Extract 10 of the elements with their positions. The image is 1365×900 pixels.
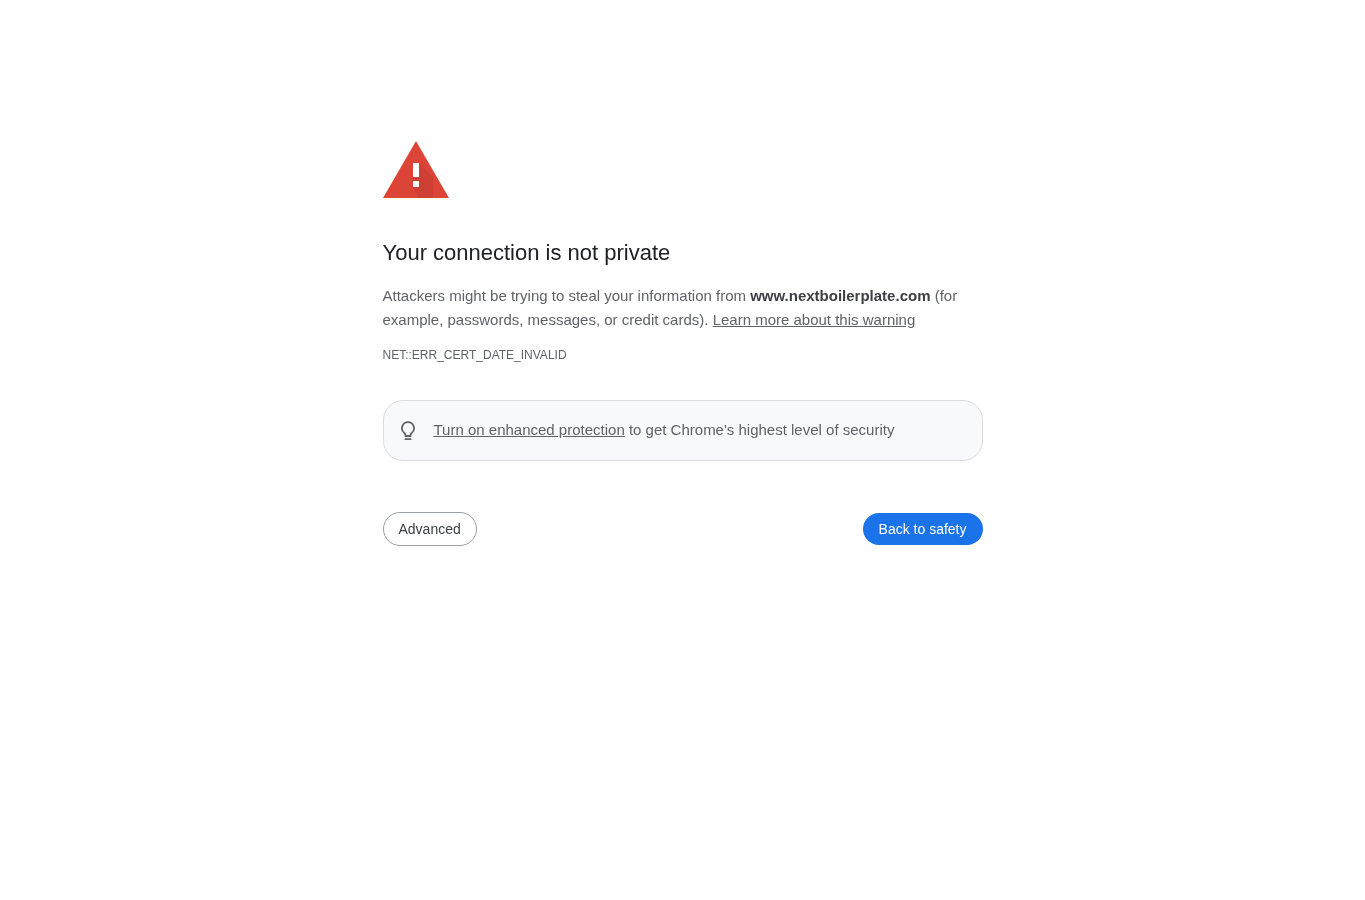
- error-code: NET::ERR_CERT_DATE_INVALID: [382, 347, 568, 363]
- enhanced-protection-link[interactable]: Turn on enhanced protection: [433, 421, 625, 439]
- page-heading: Your connection is not private: [382, 240, 672, 266]
- promo-text: Turn on enhanced protection to get Chrome's highest level of security: [433, 420, 895, 441]
- advanced-button[interactable]: Advanced: [382, 512, 477, 546]
- back-to-safety-button[interactable]: Back to safety: [862, 513, 983, 545]
- warning-triangle-icon: [382, 141, 449, 198]
- lightbulb-icon: [399, 420, 416, 441]
- warning-message: Attackers might be trying to steal your information from www.nextboilerplate.com (for example, passwords, messages, or credit cards). Learn more about this warning: [382, 286, 959, 330]
- learn-more-link[interactable]: Learn more about this warning: [712, 311, 916, 328]
